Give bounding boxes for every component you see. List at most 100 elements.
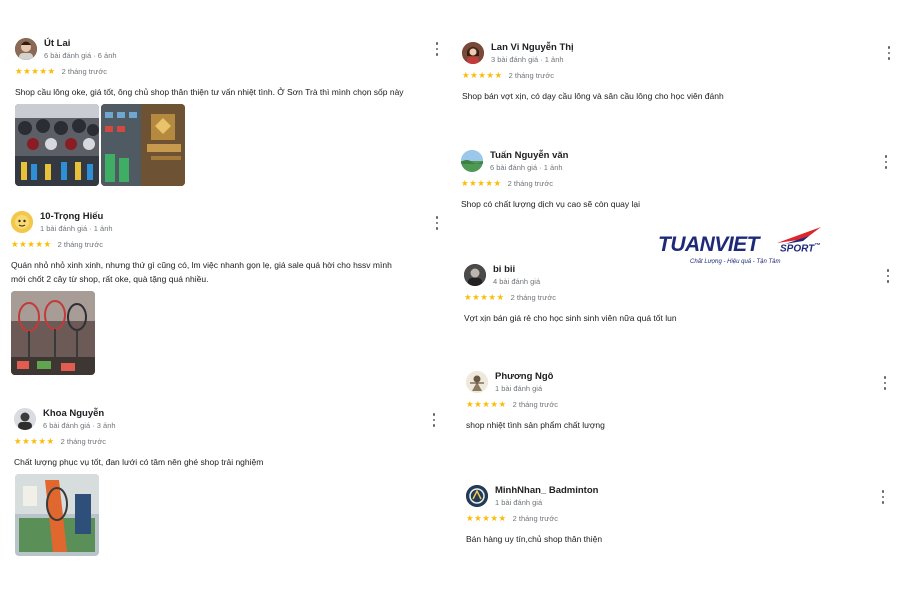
user-photo-icon [464,264,486,286]
user-photo-icon [11,211,33,233]
rating-row: ★★★★★ 2 tháng trước [14,436,106,447]
rackets-photo-icon [11,291,95,375]
review-text: Shop cầu lông oke, giá tốt, ông chủ shop… [15,85,404,99]
star-rating: ★★★★★ [11,239,52,249]
more-options-icon[interactable] [431,413,437,427]
rating-row: ★★★★★ 2 tháng trước [11,239,103,250]
rating-row: ★★★★★ 2 tháng trước [464,292,556,303]
more-options-icon[interactable] [886,46,892,60]
more-options-icon[interactable] [880,490,886,504]
review-photo[interactable] [11,291,95,375]
review-text-line: Shop cầu lông oke, giá tốt, ông chủ shop… [15,87,404,97]
user-photo-icon [14,408,36,430]
reviewer-meta: 3 bài đánh giá · 1 ảnh [491,55,564,64]
review-trong-hieu: 10-Trọng Hiếu 1 bài đánh giá · 1 ảnh ★★★… [11,211,441,381]
avatar[interactable] [466,371,488,393]
review-text-line: Shop có chất lượng dịch vụ cao sẽ còn qu… [461,199,641,209]
review-photo[interactable] [15,104,99,186]
reviewer-name[interactable]: Khoa Nguyễn [43,408,104,419]
review-text-line: Chất lượng phục vụ tốt, đan lưới có tâm … [14,457,264,467]
star-rating: ★★★★★ [464,292,505,302]
avatar[interactable] [11,211,33,233]
review-time: 2 tháng trước [61,67,107,76]
review-time: 2 tháng trước [512,514,558,523]
reviewer-meta: 6 bài đánh giá · 1 ảnh [490,163,563,172]
shop-shelf-photo-icon [15,104,99,186]
reviewer-meta: 6 bài đánh giá · 6 ảnh [44,51,117,60]
review-time: 2 tháng trước [57,240,103,249]
reviewer-meta: 1 bài đánh giá [495,498,543,507]
more-options-icon[interactable] [885,269,891,283]
user-photo-icon [466,371,488,393]
review-photo[interactable] [101,104,185,186]
review-time: 2 tháng trước [508,71,554,80]
review-text: Shop có chất lượng dịch vụ cao sẽ còn qu… [461,197,640,211]
review-text-line: shop nhiệt tình sản phẩm chất lượng [466,420,605,430]
review-text-line: Vợt xịn bán giá rẻ cho học sinh sinh viê… [464,313,677,323]
reviewer-meta: 6 bài đánh giá · 3 ảnh [43,421,116,430]
star-rating: ★★★★★ [14,436,55,446]
review-text-line: Shop bán vợt xịn, có dạy cầu lông và sân… [462,91,724,101]
avatar[interactable] [466,485,488,507]
review-time: 2 tháng trước [60,437,106,446]
review-text: Chất lượng phục vụ tốt, đan lưới có tâm … [14,455,263,469]
reviewer-meta: 1 bài đánh giá [495,384,543,393]
reviewer-name[interactable]: 10-Trọng Hiếu [40,211,103,222]
reviewer-name[interactable]: Tuấn Nguyễn văn [490,150,568,161]
star-rating: ★★★★★ [15,66,56,76]
review-ut-lai: Út Lai 6 bài đánh giá · 6 ảnh ★★★★★ 2 th… [15,38,445,188]
review-text: Shop bán vợt xịn, có dạy cầu lông và sân… [462,89,724,103]
review-text: shop nhiệt tình sản phẩm chất lượng [466,418,605,432]
star-rating: ★★★★★ [461,178,502,188]
review-khoa-nguyen: Khoa Nguyễn 6 bài đánh giá · 3 ảnh ★★★★★… [14,408,444,558]
storefront-photo-icon [101,104,185,186]
review-text-line: mới chốt 2 cây từ shop, rất oke, quà tặn… [11,274,209,284]
logo-sport-text: SPORT™ [780,243,820,254]
more-options-icon[interactable] [883,155,889,169]
avatar[interactable] [14,408,36,430]
review-lan-vi: Lan Vi Nguyễn Thị 3 bài đánh giá · 1 ảnh… [462,42,892,112]
reviewer-name[interactable]: Phương Ngô [495,371,553,382]
user-photo-icon [466,485,488,507]
review-phuong-ngo: Phương Ngô 1 bài đánh giá ★★★★★ 2 tháng … [466,371,896,441]
user-photo-icon [461,150,483,172]
star-rating: ★★★★★ [462,70,503,80]
star-rating: ★★★★★ [466,399,507,409]
reviewer-name[interactable]: bi bii [493,264,515,275]
reviewer-meta: 1 bài đánh giá · 1 ảnh [40,224,113,233]
user-photo-icon [15,38,37,60]
user-photo-icon [462,42,484,64]
reviewer-name[interactable]: Út Lai [44,38,70,49]
review-photo[interactable] [15,474,99,556]
review-text-line: Bán hàng uy tín,chủ shop thân thiện [466,534,603,544]
avatar[interactable] [462,42,484,64]
star-rating: ★★★★★ [466,513,507,523]
review-bi-bii: bi bii 4 bài đánh giá ★★★★★ 2 tháng trướ… [464,264,894,334]
reviewer-name[interactable]: MinhNhan_ Badminton [495,485,598,496]
reviewer-meta: 4 bài đánh giá [493,277,541,286]
stringing-machine-photo-icon [15,474,99,556]
review-time: 2 tháng trước [507,179,553,188]
more-options-icon[interactable] [434,216,440,230]
more-options-icon[interactable] [434,42,440,56]
review-text: Quán nhỏ nhỏ xinh xinh, nhưng thứ gì cũn… [11,258,392,286]
review-time: 2 tháng trước [512,400,558,409]
review-text-line: Quán nhỏ nhỏ xinh xinh, nhưng thứ gì cũn… [11,260,392,270]
logo-trademark: ™ [814,243,821,249]
avatar[interactable] [15,38,37,60]
avatar[interactable] [461,150,483,172]
reviewer-name[interactable]: Lan Vi Nguyễn Thị [491,42,574,53]
rating-row: ★★★★★ 2 tháng trước [466,399,558,410]
more-options-icon[interactable] [882,376,888,390]
avatar[interactable] [464,264,486,286]
review-minhnhan-badminton: MinhNhan_ Badminton 1 bài đánh giá ★★★★★… [466,485,896,555]
rating-row: ★★★★★ 2 tháng trước [15,66,107,77]
logo-wordmark: TUANVIET [658,233,760,256]
review-time: 2 tháng trước [510,293,556,302]
review-tuan-nguyen: Tuấn Nguyễn văn 6 bài đánh giá · 1 ảnh ★… [461,150,891,220]
review-text: Vợt xịn bán giá rẻ cho học sinh sinh viê… [464,311,677,325]
logo-sport-word: SPORT [780,243,815,255]
rating-row: ★★★★★ 2 tháng trước [466,513,558,524]
review-text: Bán hàng uy tín,chủ shop thân thiện [466,532,602,546]
rating-row: ★★★★★ 2 tháng trước [461,178,553,189]
